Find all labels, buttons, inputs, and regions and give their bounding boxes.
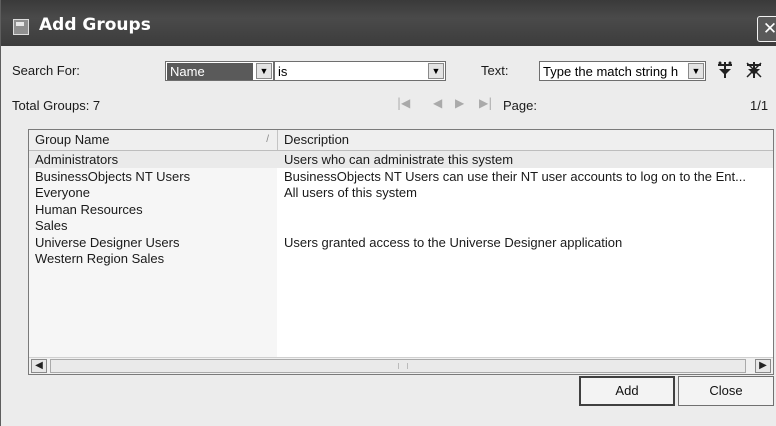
horizontal-scrollbar[interactable]: ◀ ▶ xyxy=(29,357,773,374)
chevron-down-icon[interactable]: ▼ xyxy=(256,63,272,79)
filter-icon[interactable] xyxy=(716,60,734,85)
dialog-bottom-edge xyxy=(1,420,776,426)
group-name: Human Resources xyxy=(35,201,143,217)
page-number: 1/1 xyxy=(750,98,769,113)
group-description: Users who can administrate this system xyxy=(284,152,514,167)
group-description: All users of this system xyxy=(284,185,417,200)
search-field-select[interactable]: Name ▼ xyxy=(165,61,274,81)
first-page-button[interactable]: |◀ xyxy=(397,96,410,110)
next-page-button[interactable]: ▶ xyxy=(455,96,464,110)
match-text-input[interactable]: Type the match string h ▼ xyxy=(539,61,706,81)
chevron-down-icon[interactable]: ▼ xyxy=(688,63,704,79)
group-name: Western Region Sales xyxy=(35,251,165,266)
search-field-value: Name xyxy=(167,63,253,80)
list-rows: Administrators Users who can administrat… xyxy=(29,151,773,267)
group-description: BusinessObjects NT Users can use their N… xyxy=(284,168,746,184)
search-operator-value: is xyxy=(278,64,288,79)
window-title: Add Groups xyxy=(39,15,151,35)
scroll-right-icon[interactable]: ▶ xyxy=(755,359,771,373)
group-name: Administrators xyxy=(35,152,119,167)
total-groups-label: Total Groups: 7 xyxy=(12,98,101,113)
group-name: Universe Designer Users xyxy=(35,234,180,250)
table-row[interactable]: BusinessObjects NT Users BusinessObjects… xyxy=(29,168,773,185)
group-name: Everyone xyxy=(35,185,90,200)
groups-list[interactable]: Group Name / Description Administrators … xyxy=(28,129,774,375)
sort-indicator-icon: / xyxy=(266,134,269,145)
list-header: Group Name / Description xyxy=(29,130,773,151)
title-bar: Add Groups ✕ xyxy=(1,0,776,46)
text-label: Text: xyxy=(481,63,509,78)
search-for-label: Search For: xyxy=(12,63,80,78)
column-header-description[interactable]: Description xyxy=(278,130,773,150)
last-page-button[interactable]: ▶| xyxy=(479,96,492,110)
previous-page-button[interactable]: ◀ xyxy=(433,96,442,110)
scroll-left-icon[interactable]: ◀ xyxy=(31,359,47,373)
table-row[interactable]: Administrators Users who can administrat… xyxy=(29,151,773,168)
groups-icon xyxy=(13,19,29,35)
table-row[interactable]: Sales xyxy=(29,217,773,234)
group-description: Users granted access to the Universe Des… xyxy=(284,234,623,250)
table-row[interactable]: Western Region Sales xyxy=(29,250,773,267)
table-row[interactable]: Human Resources xyxy=(29,201,773,218)
add-button[interactable]: Add xyxy=(579,376,675,406)
page-label: Page: xyxy=(503,98,537,113)
chevron-down-icon[interactable]: ▼ xyxy=(428,63,444,79)
clear-filter-icon[interactable] xyxy=(744,60,764,85)
column-header-group-name[interactable]: Group Name / xyxy=(29,130,278,150)
scrollbar-grip-icon xyxy=(398,363,408,369)
search-operator-select[interactable]: is ▼ xyxy=(274,61,446,81)
table-row[interactable]: Universe Designer Users Users granted ac… xyxy=(29,234,773,251)
table-row[interactable]: Everyone All users of this system xyxy=(29,184,773,201)
close-button[interactable]: Close xyxy=(678,376,774,406)
scrollbar-thumb[interactable] xyxy=(50,359,746,373)
group-name: BusinessObjects NT Users xyxy=(35,168,191,184)
group-name: Sales xyxy=(35,218,68,233)
add-groups-dialog: Add Groups ✕ Search For: Name ▼ is ▼ Tex… xyxy=(0,0,776,426)
column-header-label: Group Name xyxy=(35,132,110,147)
match-text-placeholder: Type the match string h xyxy=(543,64,679,79)
column-header-label: Description xyxy=(284,132,350,147)
window-close-button[interactable]: ✕ xyxy=(757,16,776,42)
